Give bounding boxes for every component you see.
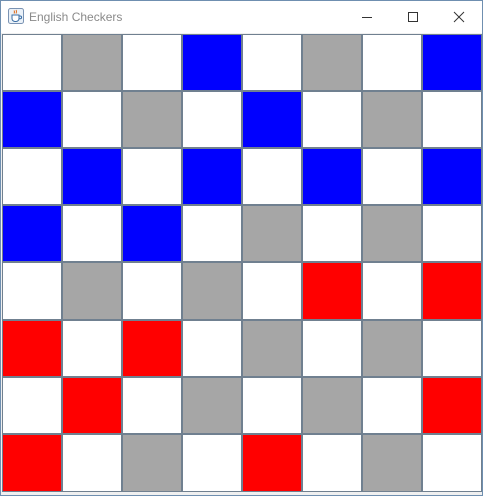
empty-square[interactable]	[242, 262, 302, 320]
dark-square[interactable]	[242, 205, 302, 262]
close-icon	[453, 11, 465, 23]
dark-square[interactable]	[362, 205, 422, 262]
empty-square[interactable]	[422, 320, 482, 377]
blue-piece-square[interactable]	[182, 34, 242, 91]
window-title: English Checkers	[29, 10, 123, 24]
empty-square[interactable]	[2, 262, 62, 320]
dark-square[interactable]	[62, 262, 122, 320]
empty-square[interactable]	[302, 434, 362, 492]
empty-square[interactable]	[182, 434, 242, 492]
blue-piece-square[interactable]	[242, 91, 302, 148]
red-piece-square[interactable]	[422, 377, 482, 434]
dark-square[interactable]	[362, 320, 422, 377]
empty-square[interactable]	[122, 377, 182, 434]
dark-square[interactable]	[362, 434, 422, 492]
empty-square[interactable]	[302, 320, 362, 377]
empty-square[interactable]	[182, 205, 242, 262]
empty-square[interactable]	[122, 262, 182, 320]
red-piece-square[interactable]	[122, 320, 182, 377]
minimize-button[interactable]	[344, 1, 390, 33]
empty-square[interactable]	[62, 320, 122, 377]
dark-square[interactable]	[122, 91, 182, 148]
blue-piece-square[interactable]	[2, 205, 62, 262]
empty-square[interactable]	[122, 34, 182, 91]
empty-square[interactable]	[422, 434, 482, 492]
empty-square[interactable]	[242, 34, 302, 91]
close-button[interactable]	[436, 1, 482, 33]
empty-square[interactable]	[62, 91, 122, 148]
blue-piece-square[interactable]	[422, 148, 482, 205]
empty-square[interactable]	[182, 91, 242, 148]
red-piece-square[interactable]	[62, 377, 122, 434]
empty-square[interactable]	[242, 377, 302, 434]
empty-square[interactable]	[422, 205, 482, 262]
empty-square[interactable]	[122, 148, 182, 205]
dark-square[interactable]	[362, 91, 422, 148]
dark-square[interactable]	[62, 34, 122, 91]
dark-square[interactable]	[242, 320, 302, 377]
blue-piece-square[interactable]	[182, 148, 242, 205]
blue-piece-square[interactable]	[62, 148, 122, 205]
empty-square[interactable]	[302, 91, 362, 148]
red-piece-square[interactable]	[2, 434, 62, 492]
dark-square[interactable]	[302, 34, 362, 91]
empty-square[interactable]	[2, 148, 62, 205]
java-coffee-cup-icon[interactable]	[8, 8, 24, 24]
blue-piece-square[interactable]	[122, 205, 182, 262]
empty-square[interactable]	[362, 377, 422, 434]
maximize-icon	[408, 12, 418, 22]
empty-square[interactable]	[422, 91, 482, 148]
dark-square[interactable]	[302, 377, 362, 434]
red-piece-square[interactable]	[242, 434, 302, 492]
dark-square[interactable]	[182, 377, 242, 434]
red-piece-square[interactable]	[2, 320, 62, 377]
dark-square[interactable]	[182, 262, 242, 320]
empty-square[interactable]	[362, 262, 422, 320]
empty-square[interactable]	[242, 148, 302, 205]
blue-piece-square[interactable]	[422, 34, 482, 91]
empty-square[interactable]	[182, 320, 242, 377]
empty-square[interactable]	[62, 434, 122, 492]
red-piece-square[interactable]	[422, 262, 482, 320]
empty-square[interactable]	[2, 34, 62, 91]
empty-square[interactable]	[62, 205, 122, 262]
empty-square[interactable]	[362, 148, 422, 205]
empty-square[interactable]	[2, 377, 62, 434]
dark-square[interactable]	[122, 434, 182, 492]
window-bottom-edge	[1, 492, 482, 495]
title-bar[interactable]: English Checkers	[1, 1, 482, 33]
empty-square[interactable]	[302, 205, 362, 262]
empty-square[interactable]	[362, 34, 422, 91]
minimize-icon	[362, 17, 372, 18]
blue-piece-square[interactable]	[2, 91, 62, 148]
checkers-board	[2, 34, 482, 492]
maximize-button[interactable]	[390, 1, 436, 33]
red-piece-square[interactable]	[302, 262, 362, 320]
app-window: English Checkers	[0, 0, 483, 496]
blue-piece-square[interactable]	[302, 148, 362, 205]
